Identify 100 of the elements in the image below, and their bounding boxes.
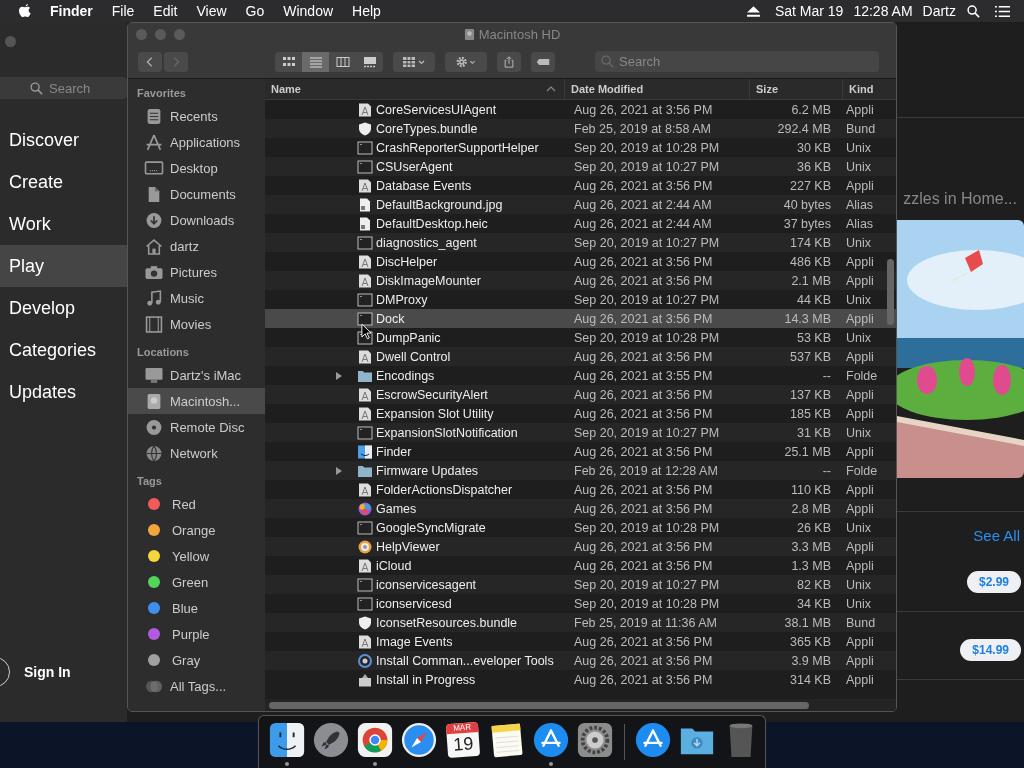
size-cell-text: 31 KB bbox=[795, 425, 832, 440]
file-row[interactable]: Dock Aug 26, 2021 at 3:56 PM 14.3 MB Appli bbox=[265, 309, 896, 328]
scrollbar-thumb[interactable] bbox=[269, 701, 809, 709]
disclosure-triangle-icon[interactable] bbox=[335, 370, 343, 381]
menu-item[interactable]: Edit bbox=[153, 3, 178, 19]
compass-icon[interactable] bbox=[400, 721, 438, 759]
nav-item[interactable]: Discover bbox=[0, 119, 127, 161]
search-field[interactable]: Search bbox=[0, 77, 127, 99]
view-mode-button[interactable] bbox=[356, 51, 383, 72]
sidebar-item[interactable]: Gray bbox=[128, 647, 265, 673]
column-header[interactable]: Kind bbox=[843, 79, 885, 99]
sidebar-item[interactable]: All Tags... bbox=[128, 673, 265, 699]
menu-item[interactable]: View bbox=[196, 3, 227, 19]
sidebar-item[interactable]: Orange bbox=[128, 517, 265, 543]
column-header[interactable]: Name bbox=[265, 79, 565, 99]
menu-item[interactable]: File bbox=[111, 3, 135, 19]
menu-date[interactable]: Sat Mar 19 bbox=[774, 3, 844, 19]
file-row[interactable]: ExpansionSlotNotification Sep 20, 2019 at 10:27 PM 31 KB Unix bbox=[265, 423, 896, 442]
apple-icon[interactable] bbox=[18, 3, 32, 19]
nav-item[interactable]: Develop bbox=[0, 287, 127, 329]
sidebar-item[interactable]: Network bbox=[128, 440, 265, 466]
sidebar-item[interactable]: Purple bbox=[128, 621, 265, 647]
app-document-icon bbox=[357, 349, 373, 364]
file-row[interactable]: CoreTypes.bundle Feb 25, 2019 at 8:58 AM 292.4 MB Bund bbox=[265, 119, 896, 138]
file-row[interactable]: CSUserAgent Sep 20, 2019 at 10:27 PM 36 KB Unix bbox=[265, 157, 896, 176]
sidebar-item[interactable]: Downloads bbox=[128, 207, 265, 233]
view-mode-button[interactable] bbox=[275, 51, 302, 72]
sidebar-item[interactable]: Applications bbox=[128, 129, 265, 155]
group-button[interactable] bbox=[393, 51, 435, 72]
list-icon[interactable] bbox=[995, 4, 1010, 18]
sidebar-item[interactable]: Documents bbox=[128, 181, 265, 207]
search-icon[interactable] bbox=[966, 4, 981, 18]
nav-item[interactable]: Categories bbox=[0, 329, 127, 371]
app-store-icon[interactable] bbox=[532, 721, 570, 759]
terminal-icon bbox=[357, 425, 373, 440]
nav-item[interactable]: Create bbox=[0, 161, 127, 203]
file-row[interactable]: HelpViewer Aug 26, 2021 at 3:56 PM 3.3 MB Appli bbox=[265, 537, 896, 556]
menu-app-name[interactable]: Finder bbox=[50, 3, 93, 19]
view-mode-button[interactable] bbox=[329, 51, 356, 72]
rocket-icon[interactable] bbox=[312, 721, 350, 759]
action-button[interactable] bbox=[445, 51, 487, 72]
smiling-face-icon[interactable] bbox=[268, 721, 306, 759]
file-name: FolderActionsDispatcher bbox=[376, 482, 513, 497]
sidebar-item[interactable]: Blue bbox=[128, 595, 265, 621]
menu-item[interactable]: Window bbox=[283, 3, 334, 19]
sidebar-item[interactable]: Desktop bbox=[128, 155, 265, 181]
file-row[interactable]: Dwell Control Aug 26, 2021 at 3:56 PM 537 KB Appli bbox=[265, 347, 896, 366]
nav-item[interactable]: Play bbox=[0, 245, 127, 287]
sidebar-item[interactable]: Macintosh... bbox=[128, 388, 265, 414]
kind-cell-text: Folde bbox=[845, 368, 879, 383]
gear-icon[interactable] bbox=[576, 721, 614, 759]
scrollbar-thumb[interactable] bbox=[887, 259, 894, 325]
app-store-icon[interactable] bbox=[634, 721, 672, 759]
file-name: Dock bbox=[376, 311, 405, 326]
file-row[interactable]: IconsetResources.bundle Feb 25, 2019 at 11:36 AM 38.1 MB Bund bbox=[265, 613, 896, 632]
file-row[interactable]: diagnostics_agent Sep 20, 2019 at 10:27 PM 174 KB Unix bbox=[265, 233, 896, 252]
app-document-icon bbox=[357, 273, 373, 288]
sidebar-item[interactable]: Dartz's iMac bbox=[128, 362, 265, 388]
kind-cell-text: Unix bbox=[845, 596, 872, 611]
nav-item[interactable]: Updates bbox=[0, 371, 127, 413]
share-button[interactable] bbox=[497, 51, 521, 72]
price-button[interactable]: $2.99 bbox=[966, 571, 1021, 593]
calendar-icon[interactable]: MAR 19 bbox=[445, 721, 481, 759]
price-button[interactable]: $14.99 bbox=[960, 639, 1021, 661]
file-row[interactable]: DefaultBackground.jpg Aug 26, 2021 at 2:44 AM 40 bytes Alias bbox=[265, 195, 896, 214]
nav-item[interactable]: Work bbox=[0, 203, 127, 245]
menu-user[interactable]: Dartz bbox=[922, 3, 956, 19]
menu-time[interactable]: 12:28 AM bbox=[853, 3, 913, 19]
file-row[interactable]: Games Aug 26, 2021 at 3:56 PM 2.8 MB Appli bbox=[265, 499, 896, 518]
column-header[interactable]: Date Modified bbox=[565, 79, 750, 99]
menu-item[interactable]: Help bbox=[352, 3, 381, 19]
file-row[interactable]: Install Comman...eveloper Tools Aug 26, 2021 at 3:56 PM 3.9 MB Appli bbox=[265, 651, 896, 670]
sidebar-item[interactable]: Pictures bbox=[128, 259, 265, 285]
kind-cell-text: Unix bbox=[845, 425, 872, 440]
back-button[interactable] bbox=[138, 51, 162, 72]
file-row[interactable]: DiskImageMounter Aug 26, 2021 at 3:56 PM 2.1 MB Appli bbox=[265, 271, 896, 290]
column-header[interactable]: Size bbox=[750, 79, 843, 99]
view-mode-button[interactable] bbox=[302, 51, 329, 72]
eject-icon[interactable] bbox=[745, 4, 761, 18]
file-row[interactable]: Firmware Updates Feb 26, 2019 at 12:28 AM -- Folde bbox=[265, 461, 896, 480]
file-name: EscrowSecurityAlert bbox=[376, 387, 488, 402]
sidebar-item[interactable]: Music bbox=[128, 285, 265, 311]
sidebar-item[interactable]: Red bbox=[128, 491, 265, 517]
kind-cell-text: Appli bbox=[845, 539, 875, 554]
file-name: diagnostics_agent bbox=[376, 235, 477, 250]
file-row[interactable]: iconservicesagent Sep 20, 2019 at 10:27 PM 82 KB Unix bbox=[265, 575, 896, 594]
tag-button[interactable] bbox=[531, 51, 555, 72]
sidebar-item[interactable]: Green bbox=[128, 569, 265, 595]
menu-item[interactable]: Go bbox=[245, 3, 265, 19]
file-row[interactable]: EscrowSecurityAlert Aug 26, 2021 at 3:56 PM 137 KB Appli bbox=[265, 385, 896, 404]
size-cell-text: -- bbox=[821, 368, 832, 383]
sidebar-item[interactable]: Movies bbox=[128, 311, 265, 337]
sidebar-item[interactable]: Remote Disc bbox=[128, 414, 265, 440]
sign-in-link[interactable]: Sign In bbox=[24, 664, 71, 680]
disclosure-triangle-icon[interactable] bbox=[335, 465, 343, 476]
see-all-link[interactable]: See All bbox=[897, 527, 1024, 544]
sidebar-item[interactable]: Recents bbox=[128, 103, 265, 129]
search-field[interactable]: Search bbox=[595, 51, 879, 72]
sidebar-item[interactable]: Yellow bbox=[128, 543, 265, 569]
sidebar-item[interactable]: dartz bbox=[128, 233, 265, 259]
